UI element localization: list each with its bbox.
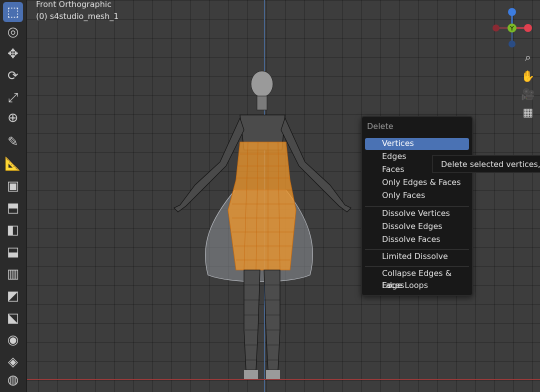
menu-item-limited-dissolve[interactable]: Limited Dissolve <box>365 251 469 263</box>
bevel-icon[interactable]: ⬓ <box>3 242 23 262</box>
measure-icon[interactable]: 📐 <box>3 154 23 174</box>
object-label: (0) s4studio_mesh_1 <box>36 12 119 21</box>
inset-icon[interactable]: ◧ <box>3 220 23 240</box>
loop-cut-icon[interactable]: ▥ <box>3 264 23 284</box>
view-name: Front Orthographic <box>36 0 112 9</box>
tool-shelf: ⬚◎✥⟳⤢⊕✎📐▣⬒◧⬓▥◩⬕◉◈◍◪ <box>0 0 27 392</box>
zoom-icon[interactable]: ⌕ <box>520 50 536 66</box>
rotate-icon[interactable]: ⟳ <box>3 66 23 86</box>
grid-icon[interactable]: ▦ <box>520 104 536 120</box>
poly-build-icon[interactable]: ⬕ <box>3 308 23 328</box>
pan-hand-icon[interactable]: ✋ <box>520 68 536 84</box>
menu-separator <box>365 266 469 267</box>
menu-item-dissolve-vertices[interactable]: Dissolve Vertices <box>365 208 469 220</box>
right-foot-mesh <box>266 370 280 379</box>
move-icon[interactable]: ✥ <box>3 44 23 64</box>
menu-item-edge-loops[interactable]: Edge Loops <box>365 280 469 292</box>
extrude-icon[interactable]: ⬒ <box>3 198 23 218</box>
menu-item-dissolve-edges[interactable]: Dissolve Edges <box>365 221 469 233</box>
cursor-icon[interactable]: ◎ <box>3 22 23 42</box>
menu-item-only-edges-faces[interactable]: Only Edges & Faces <box>365 177 469 189</box>
neg-z-axis-handle <box>508 40 516 48</box>
tooltip: Delete selected vertices, edges <box>432 155 540 173</box>
transform-icon[interactable]: ⊕ <box>3 108 23 128</box>
menu-item-only-faces[interactable]: Only Faces <box>365 190 469 202</box>
menu-separator <box>365 206 469 207</box>
head-mesh <box>250 70 274 98</box>
menu-item-vertices[interactable]: Vertices <box>365 138 469 150</box>
menu-separator <box>365 249 469 250</box>
left-foot-mesh <box>244 370 258 379</box>
camera-icon[interactable]: 🎥 <box>520 86 536 102</box>
spin-icon[interactable]: ◉ <box>3 330 23 350</box>
x-axis-handle <box>524 24 532 32</box>
knife-icon[interactable]: ◩ <box>3 286 23 306</box>
neg-x-axis-handle <box>492 24 500 32</box>
menu-item-collapse-edges-faces[interactable]: Collapse Edges & Faces <box>365 268 469 290</box>
neck-mesh <box>256 95 268 111</box>
mesh-figure[interactable] <box>140 70 380 382</box>
add-cube-icon[interactable]: ▣ <box>3 176 23 196</box>
annotate-icon[interactable]: ✎ <box>3 132 23 152</box>
y-axis-label: Y <box>509 26 514 33</box>
navigation-gizmo[interactable]: Y <box>486 6 538 50</box>
z-axis-handle <box>508 8 516 16</box>
shrink-icon[interactable]: ◍ <box>3 370 23 390</box>
smooth-icon[interactable]: ◈ <box>3 352 23 372</box>
bodice-selection <box>227 141 297 271</box>
menu-title: Delete <box>367 122 394 131</box>
menu-item-dissolve-faces[interactable]: Dissolve Faces <box>365 234 469 246</box>
select-box-icon[interactable]: ⬚ <box>3 2 23 22</box>
delete-menu: Delete Vertices Edges Faces Only Edges &… <box>361 116 473 296</box>
scale-icon[interactable]: ⤢ <box>3 88 23 108</box>
